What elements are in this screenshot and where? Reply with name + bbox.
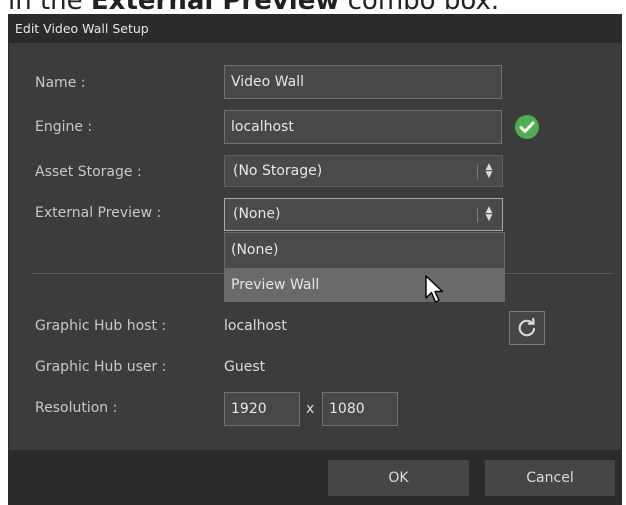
mouse-pointer-icon xyxy=(425,275,444,303)
engine-label: Engine : xyxy=(35,119,93,135)
updown-arrows-icon: ▲ ▼ xyxy=(485,205,493,223)
resolution-height-input[interactable]: 1080 xyxy=(322,392,398,426)
name-label: Name : xyxy=(35,75,86,91)
edit-video-wall-dialog: Edit Video Wall Setup Name : Video Wall … xyxy=(8,14,622,505)
combo-separator xyxy=(477,165,478,179)
asset-storage-combo[interactable]: (No Storage) ▲ ▼ xyxy=(224,155,503,187)
combo-separator xyxy=(477,208,478,222)
external-preview-combo[interactable]: (None) ▲ ▼ xyxy=(224,198,503,231)
graphic-hub-host-label: Graphic Hub host : xyxy=(35,318,167,334)
asset-storage-label: Asset Storage : xyxy=(35,164,142,180)
resolution-separator: x xyxy=(306,401,315,417)
graphic-hub-user-value: Guest xyxy=(224,359,266,375)
resolution-label: Resolution : xyxy=(35,400,118,416)
cancel-button[interactable]: Cancel xyxy=(485,460,615,496)
external-preview-label: External Preview : xyxy=(35,205,162,221)
dropdown-option-preview-wall[interactable]: Preview Wall xyxy=(225,268,504,302)
dialog-footer: OK Cancel xyxy=(9,450,621,505)
asset-storage-selected: (No Storage) xyxy=(233,163,323,179)
dialog-title: Edit Video Wall Setup xyxy=(9,15,621,43)
check-circle-icon xyxy=(515,115,539,139)
ok-button[interactable]: OK xyxy=(328,460,469,496)
updown-arrows-icon: ▲ ▼ xyxy=(485,162,493,180)
external-preview-selected: (None) xyxy=(233,206,281,222)
name-input[interactable]: Video Wall xyxy=(224,65,502,99)
engine-input[interactable]: localhost xyxy=(224,110,502,144)
resolution-width-input[interactable]: 1920 xyxy=(224,392,300,426)
dropdown-option-none[interactable]: (None) xyxy=(225,233,504,267)
refresh-button[interactable] xyxy=(509,311,545,345)
graphic-hub-user-label: Graphic Hub user : xyxy=(35,359,167,375)
refresh-icon xyxy=(518,317,536,337)
external-preview-dropdown: (None) Preview Wall xyxy=(224,232,505,302)
graphic-hub-host-value: localhost xyxy=(224,318,287,334)
